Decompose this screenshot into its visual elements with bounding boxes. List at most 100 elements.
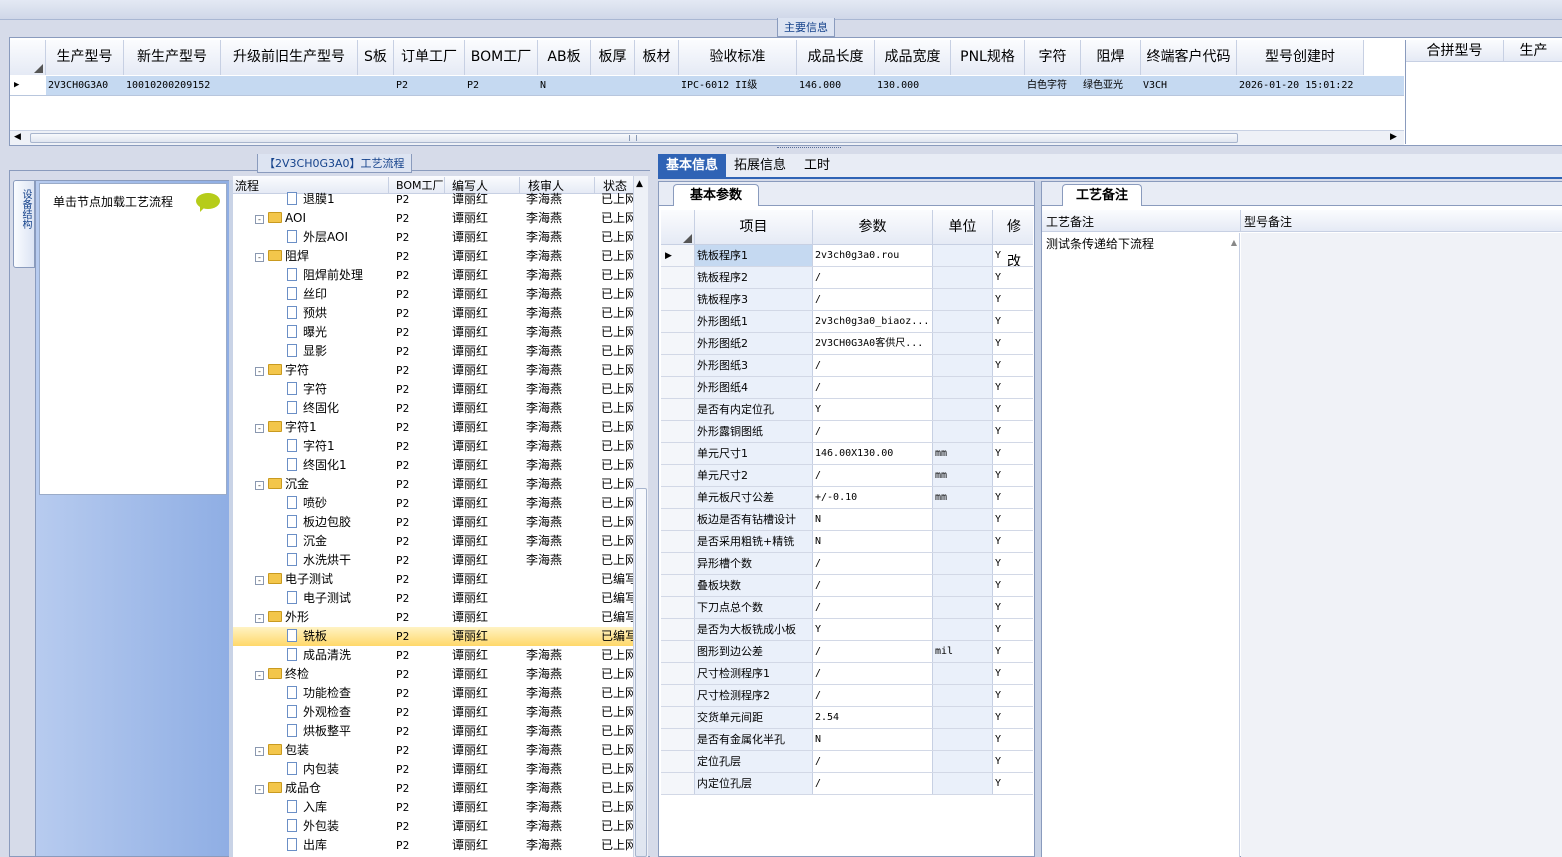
process-row[interactable]: 入库 P2 谭丽红 李海燕 已上网 (233, 798, 633, 817)
main-info-row[interactable]: ▶ 2V3CH0G3A0 10010200209152 P2 P2 N IPC-6012 … (10, 76, 1404, 96)
scroll-left-icon[interactable]: ◀ (14, 132, 21, 142)
main-cell-10[interactable]: 146.000 (797, 76, 875, 95)
param-value[interactable]: 2v3ch0g3a0.rou (813, 245, 933, 266)
main-cell-6[interactable]: N (538, 76, 591, 95)
collapse-icon[interactable]: - (255, 671, 264, 680)
model-note-textbox[interactable] (1241, 233, 1562, 857)
param-row[interactable]: 异形槽个数 / Y (661, 553, 1033, 575)
main-cell-13[interactable]: 白色字符 (1025, 76, 1081, 95)
col-header-0[interactable]: 生产型号 (46, 40, 124, 75)
main-cell-15[interactable]: V3CH (1141, 76, 1237, 95)
param-row[interactable]: 单元板尺寸公差 +/-0.10 mm Y (661, 487, 1033, 509)
process-row[interactable]: 曝光 P2 谭丽红 李海燕 已上网 (233, 323, 633, 342)
param-value[interactable]: / (813, 465, 933, 486)
param-row[interactable]: 是否为大板铣成小板 Y Y (661, 619, 1033, 641)
col-header-production[interactable]: 生产 (1504, 40, 1562, 62)
process-row[interactable]: 预烘 P2 谭丽红 李海燕 已上网 (233, 304, 633, 323)
tree-vscrollbar[interactable]: ▲ (633, 176, 648, 857)
main-cell-3[interactable] (358, 76, 394, 95)
param-value[interactable]: 2.54 (813, 707, 933, 728)
col-header-7[interactable]: 板厚 (591, 40, 635, 75)
tree-scroll-thumb[interactable] (635, 488, 647, 857)
col-header-15[interactable]: 终端客户代码 (1141, 40, 1237, 75)
param-value[interactable]: / (813, 355, 933, 376)
param-value[interactable]: / (813, 773, 933, 794)
tab-man-hours[interactable]: 工时 (796, 154, 838, 178)
param-row[interactable]: 定位孔层 / Y (661, 751, 1033, 773)
process-row[interactable]: - 成品仓 P2 谭丽红 李海燕 已上网 (233, 779, 633, 798)
param-value[interactable]: / (813, 267, 933, 288)
scroll-up-icon[interactable]: ▲ (636, 179, 643, 189)
collapse-icon[interactable]: - (255, 215, 264, 224)
param-value[interactable]: 2v3ch0g3a0_biaoz... (813, 311, 933, 332)
main-cell-8[interactable] (635, 76, 679, 95)
main-cell-14[interactable]: 绿色亚光 (1081, 76, 1141, 95)
main-cell-7[interactable] (591, 76, 635, 95)
param-value[interactable]: / (813, 685, 933, 706)
col-header-2[interactable]: 升级前旧生产型号 (221, 40, 358, 75)
param-value[interactable]: / (813, 597, 933, 618)
param-row[interactable]: ▶ 铣板程序1 2v3ch0g3a0.rou Y (661, 245, 1033, 267)
main-cell-9[interactable]: IPC-6012 II级 (679, 76, 797, 95)
param-value[interactable]: / (813, 575, 933, 596)
col-header-6[interactable]: AB板 (538, 40, 591, 75)
param-value[interactable]: 2V3CH0G3A0客供尺... (813, 333, 933, 354)
param-row[interactable]: 单元尺寸1 146.00X130.00 mm Y (661, 443, 1033, 465)
process-row[interactable]: 内包装 P2 谭丽红 李海燕 已上网 (233, 760, 633, 779)
param-row[interactable]: 铣板程序3/ Y (661, 289, 1033, 311)
main-cell-5[interactable]: P2 (465, 76, 538, 95)
col-header-3[interactable]: S板 (358, 40, 394, 75)
process-row[interactable]: 阻焊前处理 P2 谭丽红 李海燕 已上网 (233, 266, 633, 285)
param-row[interactable]: 是否有金属化半孔 N Y (661, 729, 1033, 751)
vertical-tab-device[interactable]: 设备结构 (13, 180, 35, 268)
col-header-16[interactable]: 型号创建时 (1237, 40, 1364, 75)
param-value[interactable]: / (813, 641, 933, 662)
collapse-icon[interactable]: - (255, 424, 264, 433)
process-row[interactable]: 出库 P2 谭丽红 李海燕 已上网 (233, 836, 633, 855)
param-row[interactable]: 是否采用粗铣+精铣 N Y (661, 531, 1033, 553)
process-row[interactable]: 丝印 P2 谭丽红 李海燕 已上网 (233, 285, 633, 304)
process-row[interactable]: - 终检 P2 谭丽红 李海燕 已上网 (233, 665, 633, 684)
process-row[interactable]: 字符1 P2 谭丽红 李海燕 已上网 (233, 437, 633, 456)
param-row[interactable]: 是否有内定位孔 Y Y (661, 399, 1033, 421)
col-header-unit[interactable]: 单位 (933, 210, 993, 245)
main-cell-11[interactable]: 130.000 (875, 76, 951, 95)
process-row[interactable]: - 阻焊 P2 谭丽红 李海燕 已上网 (233, 247, 633, 266)
param-row[interactable]: 图形到边公差 / mil Y (661, 641, 1033, 663)
process-row[interactable]: 喷砂 P2 谭丽红 李海燕 已上网 (233, 494, 633, 513)
col-header-10[interactable]: 成品长度 (797, 40, 875, 75)
param-row[interactable]: 外形露铜图纸 / Y (661, 421, 1033, 443)
collapse-icon[interactable]: - (255, 614, 264, 623)
process-row[interactable]: 电子测试 P2 谭丽红 已编写 (233, 589, 633, 608)
param-row[interactable]: 铣板程序2/ Y (661, 267, 1033, 289)
collapse-icon[interactable]: - (255, 481, 264, 490)
collapse-icon[interactable]: - (255, 576, 264, 585)
col-header-8[interactable]: 板材 (635, 40, 679, 75)
param-row[interactable]: 下刀点总个数 / Y (661, 597, 1033, 619)
param-row[interactable]: 内定位孔层 / Y (661, 773, 1033, 795)
param-row[interactable]: 单元尺寸2/mm Y (661, 465, 1033, 487)
param-value[interactable]: N (813, 509, 933, 530)
process-row[interactable]: - AOI P2 谭丽红 李海燕 已上网 (233, 209, 633, 228)
param-row[interactable]: 尺寸检测程序1/ Y (661, 663, 1033, 685)
process-row[interactable]: 外观检查 P2 谭丽红 李海燕 已上网 (233, 703, 633, 722)
param-value[interactable]: Y (813, 399, 933, 420)
main-cell-0[interactable]: 2V3CH0G3A0 (46, 76, 124, 95)
main-cell-4[interactable]: P2 (394, 76, 465, 95)
process-row[interactable]: - 电子测试 P2 谭丽红 已编写 (233, 570, 633, 589)
param-value[interactable]: / (813, 751, 933, 772)
scroll-right-icon[interactable]: ▶ (1390, 132, 1397, 142)
process-row[interactable]: 显影 P2 谭丽红 李海燕 已上网 (233, 342, 633, 361)
process-row[interactable]: 沉金 P2 谭丽红 李海燕 已上网 (233, 532, 633, 551)
param-value[interactable]: / (813, 289, 933, 310)
col-header-1[interactable]: 新生产型号 (124, 40, 221, 75)
process-note-textbox[interactable]: 测试条传递给下流程 ▲ (1042, 233, 1240, 857)
col-header-11[interactable]: 成品宽度 (875, 40, 951, 75)
process-row[interactable]: 终固化1 P2 谭丽红 李海燕 已上网 (233, 456, 633, 475)
param-value[interactable]: N (813, 531, 933, 552)
param-row[interactable]: 尺寸检测程序2/ Y (661, 685, 1033, 707)
param-value[interactable]: Y (813, 619, 933, 640)
collapse-icon[interactable]: - (255, 785, 264, 794)
process-notes-caption[interactable]: 工艺备注 (1062, 184, 1142, 206)
process-row[interactable]: 功能检查 P2 谭丽红 李海燕 已上网 (233, 684, 633, 703)
